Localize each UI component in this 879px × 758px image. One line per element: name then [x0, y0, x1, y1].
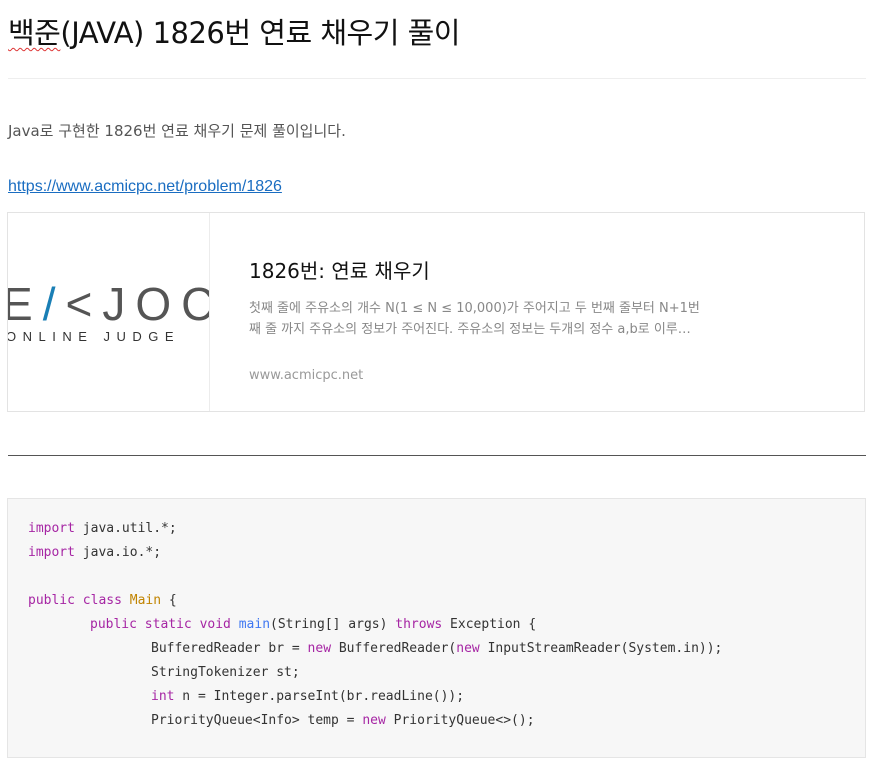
site-logo-slash: / [42, 278, 66, 330]
post-title: 백준(JAVA) 1826번 연료 채우기 풀이 [8, 10, 460, 52]
code-keyword: int [151, 689, 175, 704]
code-keyword: public static void [90, 617, 231, 632]
title-divider [8, 78, 866, 79]
site-logo-subtitle: ONLINE JUDGE [8, 329, 181, 344]
code-text: BufferedReader br = [151, 641, 308, 656]
link-preview-card[interactable]: E/<JOC ONLINE JUDGE 1826번: 연료 채우기 첫째 줄에 … [7, 212, 865, 412]
code-function-name: main [238, 617, 271, 632]
code-keyword: new [362, 713, 386, 728]
code-line: public class Main { [28, 589, 177, 613]
code-text: StringTokenizer st; [151, 665, 300, 680]
problem-link[interactable]: https://www.acmicpc.net/problem/1826 [8, 178, 282, 196]
code-line: BufferedReader br = new BufferedReader(n… [151, 637, 722, 661]
code-keyword: import [28, 545, 75, 560]
code-text: PriorityQueue<Info> temp = [151, 713, 363, 728]
page: 백준(JAVA) 1826번 연료 채우기 풀이 Java로 구현한 1826번… [0, 0, 879, 758]
code-text: (String[] args) [270, 617, 396, 632]
code-keyword: throws [395, 617, 443, 632]
post-title-rest: (JAVA) 1826번 연료 채우기 풀이 [60, 16, 460, 50]
post-title-spellcheck-word: 백준 [8, 16, 61, 50]
link-preview-description-line: 첫째 줄에 주유소의 개수 N(1 ≤ N ≤ 10,000)가 주어지고 두 … [249, 301, 700, 316]
link-preview-thumbnail: E/<JOC ONLINE JUDGE [8, 213, 210, 411]
code-line: PriorityQueue<Info> temp = new PriorityQ… [151, 709, 535, 733]
post-intro: Java로 구현한 1826번 연료 채우기 문제 풀이입니다. [8, 122, 346, 140]
code-text: BufferedReader( [331, 641, 457, 656]
code-text: { [161, 593, 177, 608]
code-block: import java.util.*; import java.io.*; pu… [7, 498, 866, 758]
code-keyword: public class [28, 593, 122, 608]
site-logo: E/<JOC [8, 277, 210, 331]
code-keyword: new [307, 641, 332, 656]
link-preview-description: 첫째 줄에 주유소의 개수 N(1 ≤ N ≤ 10,000)가 주어지고 두 … [249, 298, 715, 340]
link-preview-title: 1826번: 연료 채우기 [249, 259, 430, 283]
site-logo-left: E [8, 278, 43, 330]
code-text: java.io.*; [74, 545, 162, 560]
code-line: import java.io.*; [28, 541, 161, 565]
site-logo-right: <JOC [65, 278, 210, 330]
link-preview-description-line: 째 줄 까지 주유소의 정보가 주어진다. 주유소의 정보는 두개의 정수 a,… [249, 322, 691, 337]
link-preview-domain: www.acmicpc.net [249, 368, 364, 383]
code-keyword: import [28, 521, 75, 536]
code-line: public static void main(String[] args) t… [90, 613, 536, 637]
code-text: java.util.*; [74, 521, 177, 536]
code-text: InputStreamReader(System.in)); [479, 641, 723, 656]
code-line: import java.util.*; [28, 517, 177, 541]
code-line: StringTokenizer st; [151, 661, 300, 685]
code-text: PriorityQueue<>(); [385, 713, 535, 728]
horizontal-rule [8, 455, 866, 456]
code-text: n = Integer.parseInt(br.readLine()); [174, 689, 465, 704]
code-class-name: Main [129, 593, 162, 608]
code-keyword: new [456, 641, 480, 656]
code-line: int n = Integer.parseInt(br.readLine()); [151, 685, 464, 709]
code-text: Exception { [442, 617, 537, 632]
